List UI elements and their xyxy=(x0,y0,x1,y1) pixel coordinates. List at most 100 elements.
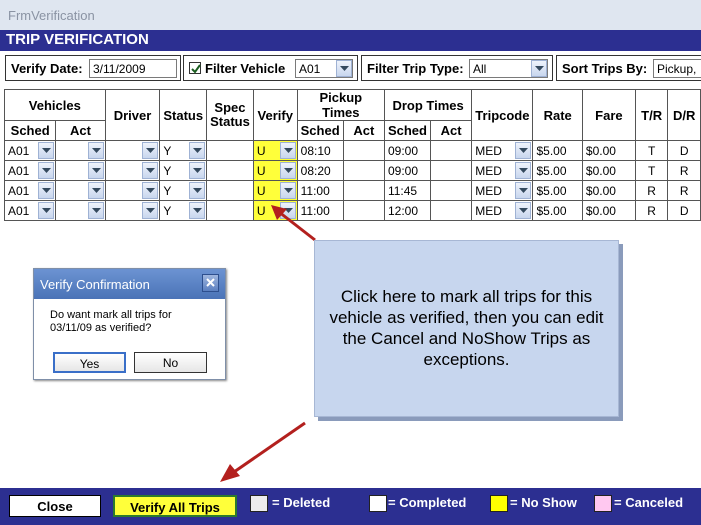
driver-cell[interactable] xyxy=(104,200,161,221)
drop-sched-cell[interactable]: 12:00 xyxy=(383,200,431,221)
pickup-value: 11:00 xyxy=(300,183,330,198)
chevron-down-icon[interactable] xyxy=(189,162,206,179)
driver-cell[interactable] xyxy=(104,180,161,201)
chevron-down-icon[interactable] xyxy=(87,182,104,199)
pickup-act-cell[interactable] xyxy=(342,140,385,161)
chevron-down-icon[interactable] xyxy=(515,162,532,179)
drop-sched-cell[interactable]: 11:45 xyxy=(383,180,431,201)
drop-sched-cell[interactable]: 09:00 xyxy=(383,140,431,161)
verify-date-value: 3/11/2009 xyxy=(93,62,146,76)
tr-cell[interactable]: R xyxy=(634,180,669,201)
chevron-down-icon[interactable] xyxy=(336,60,352,77)
chevron-down-icon[interactable] xyxy=(38,162,55,179)
filter-trip-type-select[interactable]: All xyxy=(469,59,548,78)
verify-cell[interactable]: U xyxy=(252,160,298,181)
spec-status-cell[interactable] xyxy=(206,180,254,201)
chevron-down-icon[interactable] xyxy=(515,142,532,159)
chevron-down-icon[interactable] xyxy=(87,202,104,219)
pickup-sched-cell[interactable]: 11:00 xyxy=(296,180,344,201)
pickup-act-cell[interactable] xyxy=(342,200,385,221)
vehicle-act-cell[interactable] xyxy=(55,160,106,181)
vehicle-act-cell[interactable] xyxy=(55,140,106,161)
chevron-down-icon[interactable] xyxy=(189,202,206,219)
chevron-down-icon[interactable] xyxy=(515,202,532,219)
dr-cell[interactable]: D xyxy=(667,140,701,161)
tr-cell[interactable]: R xyxy=(634,200,669,221)
chevron-down-icon[interactable] xyxy=(87,162,104,179)
vehicle-sched-cell[interactable]: A01 xyxy=(3,200,57,221)
driver-cell[interactable] xyxy=(104,160,161,181)
verify-cell[interactable]: U xyxy=(252,180,298,201)
chevron-down-icon[interactable] xyxy=(87,142,104,159)
fare-cell[interactable]: $0.00 xyxy=(581,180,636,201)
verify-all-trips-button[interactable]: Verify All Trips xyxy=(113,495,237,517)
tripcode-cell[interactable]: MED xyxy=(471,160,534,181)
rate-cell[interactable]: $5.00 xyxy=(532,160,583,181)
drop-act-cell[interactable] xyxy=(429,160,473,181)
pickup-act-cell[interactable] xyxy=(342,180,385,201)
chevron-down-icon[interactable] xyxy=(142,162,159,179)
fare-cell[interactable]: $0.00 xyxy=(581,160,636,181)
spec-status-cell[interactable] xyxy=(206,200,254,221)
verify-date-input[interactable]: 3/11/2009 xyxy=(89,59,177,78)
chevron-down-icon[interactable] xyxy=(531,60,547,77)
dr-cell[interactable]: R xyxy=(667,180,701,201)
fare-cell[interactable]: $0.00 xyxy=(581,140,636,161)
rate-cell[interactable]: $5.00 xyxy=(532,200,583,221)
chevron-down-icon[interactable] xyxy=(38,182,55,199)
chevron-down-icon[interactable] xyxy=(189,142,206,159)
chevron-down-icon[interactable] xyxy=(189,182,206,199)
spec-status-cell[interactable] xyxy=(206,160,254,181)
spec-status-cell[interactable] xyxy=(206,140,254,161)
sort-trips-select[interactable]: Pickup, xyxy=(653,59,701,78)
driver-cell[interactable] xyxy=(104,140,161,161)
rate-cell[interactable]: $5.00 xyxy=(532,140,583,161)
pickup-act-cell[interactable] xyxy=(342,160,385,181)
chevron-down-icon[interactable] xyxy=(142,202,159,219)
vehicle-sched-cell[interactable]: A01 xyxy=(3,140,57,161)
rate-cell[interactable]: $5.00 xyxy=(532,180,583,201)
dr-cell[interactable]: D xyxy=(667,200,701,221)
close-button[interactable]: Close xyxy=(9,495,101,517)
drop-sched-cell[interactable]: 09:00 xyxy=(383,160,431,181)
chevron-down-icon[interactable] xyxy=(142,142,159,159)
drop-act-cell[interactable] xyxy=(429,200,473,221)
pickup-sched-cell[interactable]: 08:10 xyxy=(296,140,344,161)
verify-confirmation-dialog: Verify Confirmation Do want mark all tri… xyxy=(33,268,226,380)
vehicle-value: A01 xyxy=(8,203,30,218)
chevron-down-icon[interactable] xyxy=(279,182,296,199)
yes-button[interactable]: Yes xyxy=(53,352,126,373)
vehicle-act-cell[interactable] xyxy=(55,200,106,221)
chevron-down-icon[interactable] xyxy=(279,142,296,159)
status-cell[interactable]: Y xyxy=(159,180,208,201)
drop-act-cell[interactable] xyxy=(429,180,473,201)
drop-act-cell[interactable] xyxy=(429,140,473,161)
fare-cell[interactable]: $0.00 xyxy=(581,200,636,221)
close-icon[interactable] xyxy=(202,274,219,292)
chevron-down-icon[interactable] xyxy=(279,162,296,179)
status-cell[interactable]: Y xyxy=(159,140,208,161)
dr-cell[interactable]: R xyxy=(667,160,701,181)
vehicle-act-cell[interactable] xyxy=(55,180,106,201)
legend-completed-swatch xyxy=(369,495,387,512)
status-cell[interactable]: Y xyxy=(159,200,208,221)
tr-cell[interactable]: T xyxy=(634,140,669,161)
filter-vehicle-checkbox[interactable] xyxy=(189,62,201,74)
no-button[interactable]: No xyxy=(134,352,207,373)
chevron-down-icon[interactable] xyxy=(38,202,55,219)
rate-value: $5.00 xyxy=(536,163,567,178)
filter-vehicle-select[interactable]: A01 xyxy=(295,59,353,78)
chevron-down-icon[interactable] xyxy=(38,142,55,159)
verify-cell[interactable]: U xyxy=(252,140,298,161)
status-cell[interactable]: Y xyxy=(159,160,208,181)
tripcode-cell[interactable]: MED xyxy=(471,180,534,201)
pickup-sched-cell[interactable]: 08:20 xyxy=(296,160,344,181)
chevron-down-icon[interactable] xyxy=(142,182,159,199)
tripcode-cell[interactable]: MED xyxy=(471,140,534,161)
tr-cell[interactable]: T xyxy=(634,160,669,181)
tripcode-cell[interactable]: MED xyxy=(471,200,534,221)
vehicle-sched-cell[interactable]: A01 xyxy=(3,160,57,181)
chevron-down-icon[interactable] xyxy=(515,182,532,199)
vehicle-sched-cell[interactable]: A01 xyxy=(3,180,57,201)
dialog-titlebar: Verify Confirmation xyxy=(34,269,225,299)
